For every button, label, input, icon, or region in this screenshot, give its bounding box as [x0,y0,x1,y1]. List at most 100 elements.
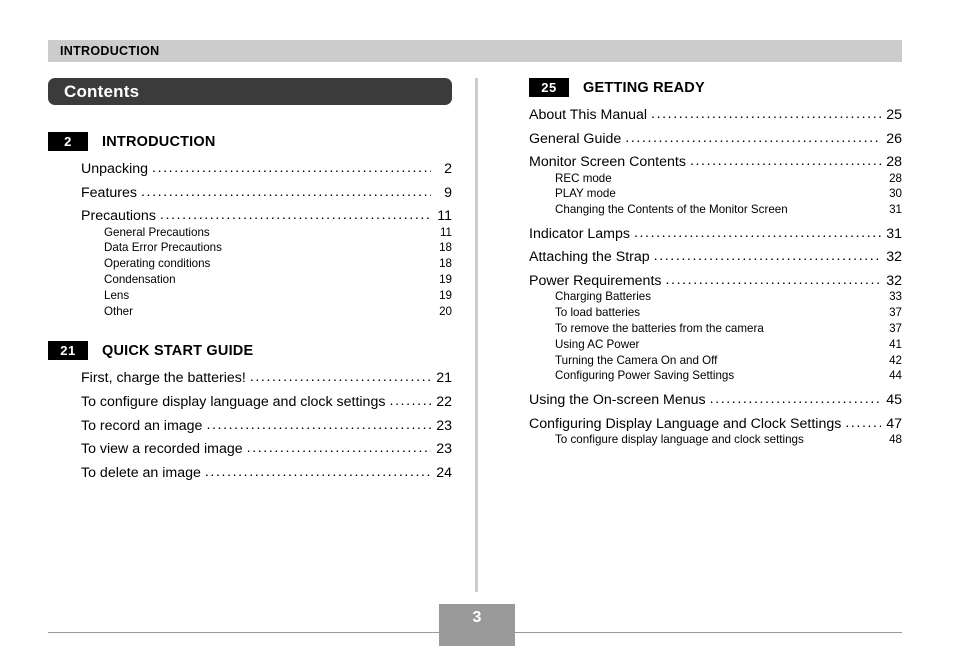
toc-entry-label: Indicator Lamps [529,225,630,242]
toc-subentry-page: 28 [889,171,902,185]
toc-entry-label: Using the On-screen Menus [529,391,706,408]
toc-subentry[interactable]: Other 20 [104,304,452,318]
toc-subentry-label: Other [104,304,133,318]
toc-leader-dots: ........................................… [141,184,431,199]
chapter-title: GETTING READY [583,79,705,96]
toc-subentry-page: 30 [889,187,902,201]
toc-entry[interactable]: First, charge the batteries!............… [81,370,452,387]
toc-entry[interactable]: To delete an image......................… [81,464,452,481]
toc-entry-page: 23 [436,417,452,434]
toc-subentry-label: REC mode [555,171,612,185]
toc-subentry[interactable]: To remove the batteries from the camera 3… [555,323,902,335]
toc-entry-label: Precautions [81,208,156,225]
toc-entry[interactable]: Indicator Lamps.........................… [529,225,902,242]
toc-entry[interactable]: Using the On-screen Menus...............… [529,391,902,408]
toc-entry[interactable]: General Guide...........................… [529,130,902,147]
toc-subentry[interactable]: Condensation 19 [104,274,452,286]
toc-entry-page: 9 [444,184,452,201]
toc-subentry-group: General Precautions 11 Data Error Precauti… [48,227,452,318]
toc-entry[interactable]: To view a recorded image................… [81,441,452,458]
toc-entry-label: Monitor Screen Contents [529,154,686,171]
toc-entry-label: Power Requirements [529,273,662,290]
toc-leader-dots: ........................................… [651,107,881,122]
toc-leader-dots: ........................................… [389,393,431,409]
toc-subentry-label: To load batteries [555,306,641,320]
toc-entry-label: Unpacking [81,161,149,177]
toc-subentry-page: 19 [439,272,452,286]
toc-entry-label: Features [81,184,137,201]
chapter-heading: 21 QUICK START GUIDE [48,341,452,361]
toc-subentry[interactable]: Lens 19 [104,290,452,302]
chapter-number-badge: 2 [48,132,88,151]
toc-entry[interactable]: To record an image......................… [81,417,452,434]
toc-leader-dots: ........................................… [246,441,431,456]
page-number: 3 [472,609,482,626]
toc-subentry-page: 37 [889,306,902,320]
toc-subentry[interactable]: PLAY mode 30 [555,188,902,200]
chapter-heading: 2 INTRODUCTION [48,132,452,151]
toc-entry-label: About This Manual [529,107,648,123]
toc-entry-page: 31 [886,225,902,242]
toc-entry[interactable]: About This Manual.......................… [529,107,902,123]
toc-subentry-group: Charging Batteries 33 To load batteries 37 T… [529,291,902,382]
toc-entry-page: 11 [437,208,452,225]
toc-subentry[interactable]: Turning the Camera On and Off 42 [555,353,902,367]
contents-title-pill: Contents [48,78,452,105]
toc-subentry-page: 18 [439,257,452,271]
toc-subentry-label: Condensation [104,272,176,286]
toc-subentry[interactable]: To configure display language and clock … [555,434,902,446]
toc-subentry-label: Changing the Contents of the Monitor Scr… [555,203,788,217]
toc-subentry-page: 44 [889,369,902,383]
toc-entry[interactable]: Features................................… [81,184,452,201]
toc-entry-label: General Guide [529,130,622,147]
right-column: 25 GETTING READY About This Manual........… [529,78,902,469]
toc-entry[interactable]: Unpacking...............................… [81,161,452,177]
toc-subentry-label: General Precautions [104,225,210,239]
chapter-block: 21 QUICK START GUIDE First, charge the bat… [48,341,452,480]
chapter-number-badge: 25 [529,78,569,97]
toc-entry-label: Attaching the Strap [529,249,650,266]
toc-entry[interactable]: Precautions.............................… [81,208,452,225]
left-chapter-list: 2 INTRODUCTION Unpacking..................… [48,132,452,480]
toc-entry-label: To view a recorded image [81,441,243,458]
toc-entry-label: Configuring Display Language and Clock S… [529,415,842,432]
toc-subentry[interactable]: Charging Batteries 33 [555,291,902,303]
toc-entry-page: 32 [886,273,902,290]
toc-subentry[interactable]: Data Error Precautions 18 [104,242,452,254]
toc-subentry-group: To configure display language and clock … [529,434,902,446]
toc-subentry-group: REC mode 28 PLAY mode 30 Changing the Conten… [529,173,902,216]
toc-subentry-page: 37 [889,321,902,335]
toc-entry[interactable]: Attaching the Strap.....................… [529,249,902,266]
toc-subentry[interactable]: General Precautions 11 [104,227,452,239]
toc-entry[interactable]: Monitor Screen Contents.................… [529,154,902,171]
toc-subentry-page: 41 [889,337,902,351]
toc-leader-dots: ........................................… [845,415,881,430]
toc-subentry-label: PLAY mode [555,187,616,201]
toc-entry[interactable]: Power Requirements......................… [529,273,902,290]
page-title: Contents [64,81,140,101]
toc-subentry-label: Turning the Camera On and Off [555,353,718,367]
toc-subentry[interactable]: To load batteries 37 [555,307,902,319]
toc-subentry[interactable]: Using AC Power 41 [555,339,902,351]
toc-subentry-page: 19 [439,288,452,302]
toc-subentry[interactable]: Configuring Power Saving Settings 44 [555,370,902,382]
toc-subentry-label: To remove the batteries from the camera [555,321,764,335]
toc-subentry[interactable]: REC mode 28 [555,173,902,185]
toc-entry[interactable]: Configuring Display Language and Clock S… [529,415,902,432]
toc-entry-page: 26 [886,130,902,147]
toc-leader-dots: ........................................… [249,370,431,385]
toc-subentry[interactable]: Changing the Contents of the Monitor Scr… [555,204,902,216]
toc-entry-label: To delete an image [81,464,201,481]
toc-subentry-page: 18 [439,241,452,255]
toc-subentry-label: Using AC Power [555,337,640,351]
toc-entry-page: 21 [436,370,452,387]
toc-subentry-label: Lens [104,288,130,302]
toc-entry[interactable]: To configure display language and clock … [81,393,452,409]
toc-subentry[interactable]: Operating conditions 18 [104,258,452,270]
toc-leader-dots: ........................................… [625,130,881,145]
toc-leader-dots: ........................................… [159,208,431,223]
toc-subentry-page: 11 [439,225,452,239]
running-head-text: INTRODUCTION [60,44,160,58]
chapter-block: 25 GETTING READY About This Manual........… [529,78,902,445]
toc-leader-dots: ........................................… [206,417,431,432]
